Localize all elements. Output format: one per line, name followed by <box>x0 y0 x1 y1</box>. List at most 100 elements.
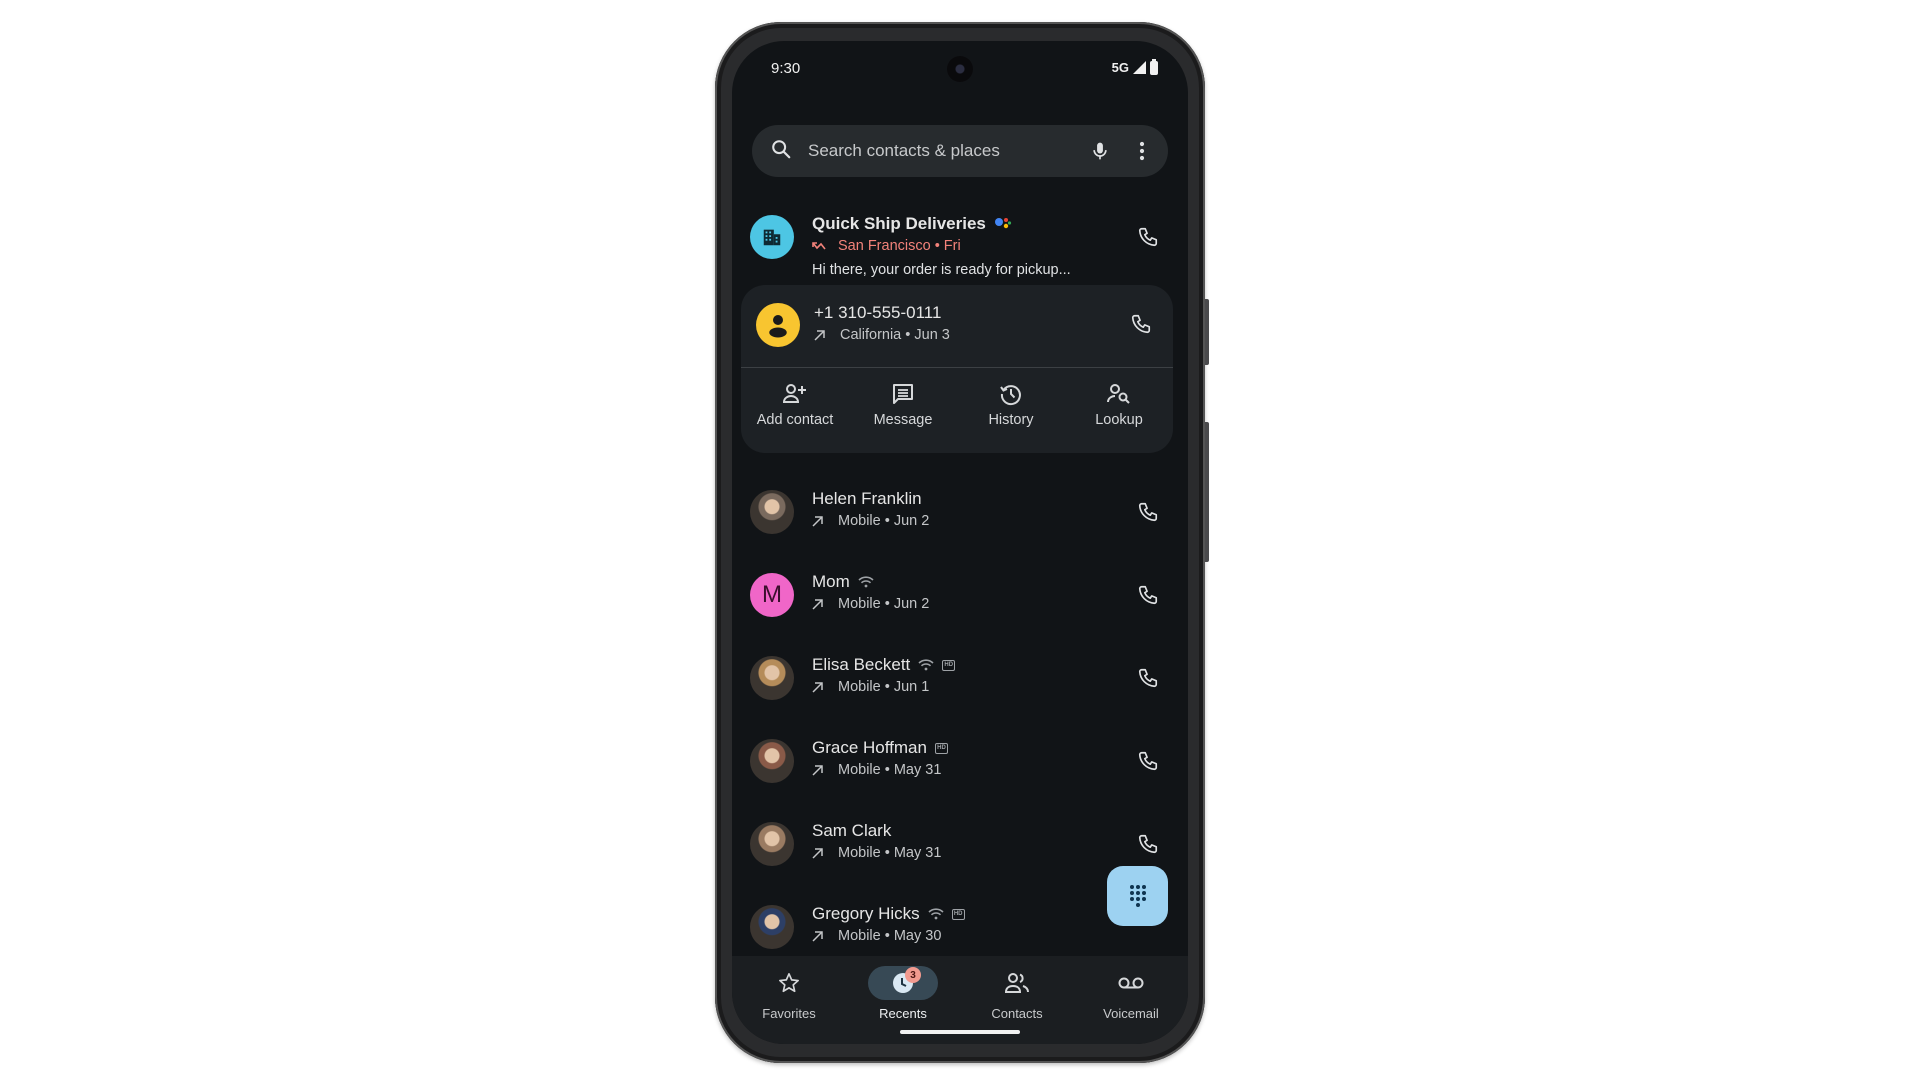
outgoing-call-icon <box>812 598 838 610</box>
nav-favorites[interactable]: Favorites <box>732 966 846 1021</box>
call-log-item[interactable]: Elisa Beckett HD Mobile • Jun 1 <box>732 647 1188 730</box>
nav-label: Voicemail <box>1103 1006 1159 1021</box>
call-log-item[interactable]: M Mom Mobile • Jun 2 <box>732 564 1188 647</box>
phone-icon[interactable] <box>1134 581 1162 609</box>
nav-label: Contacts <box>991 1006 1043 1021</box>
status-time: 9:30 <box>771 60 801 77</box>
assistant-icon <box>994 218 1011 229</box>
contact-photo <box>750 905 794 949</box>
history-icon <box>1000 385 1021 406</box>
call-detail: Mobile • Jun 1 <box>838 679 930 695</box>
nav-contacts[interactable]: Contacts <box>960 966 1074 1021</box>
wifi-calling-icon <box>928 908 944 920</box>
signal-icon <box>1133 61 1146 74</box>
call-detail: Mobile • May 31 <box>838 845 942 861</box>
letter-avatar: M <box>750 573 794 617</box>
call-detail: Mobile • Jun 2 <box>838 596 930 612</box>
person-add-icon <box>782 384 806 403</box>
microphone-icon[interactable] <box>1088 139 1112 163</box>
avatar-letter: M <box>762 581 782 608</box>
front-camera <box>947 56 973 82</box>
outgoing-call-icon <box>814 329 840 341</box>
notification-badge: 3 <box>905 967 921 983</box>
call-log-item[interactable]: Quick Ship Deliveries San Francisco • Fr… <box>732 197 1188 287</box>
search-bar[interactable]: Search contacts & places <box>752 125 1168 177</box>
call-detail: Mobile • May 31 <box>838 762 942 778</box>
wifi-calling-icon <box>918 659 934 671</box>
network-label: 5G <box>1111 60 1129 75</box>
call-detail: Mobile • May 30 <box>838 928 942 944</box>
contact-photo <box>750 490 794 534</box>
call-log-item[interactable]: Helen Franklin Mobile • Jun 2 <box>732 481 1188 564</box>
nav-label: Favorites <box>762 1006 816 1021</box>
phone-frame: 9:30 5G Search contacts & places Quick S… <box>715 22 1209 1063</box>
people-icon <box>1004 973 1029 993</box>
hd-voice-icon: HD <box>942 659 956 671</box>
star-icon <box>779 973 799 993</box>
nav-label: Recents <box>879 1006 927 1021</box>
battery-icon <box>1150 58 1158 75</box>
contact-photo <box>750 822 794 866</box>
home-indicator[interactable] <box>900 1030 1020 1034</box>
action-label: Lookup <box>1095 412 1143 428</box>
dialpad-icon <box>1129 885 1146 907</box>
call-detail: San Francisco • Fri <box>838 238 961 254</box>
action-label: History <box>988 412 1034 428</box>
call-log-item[interactable]: Grace Hoffman HD Mobile • May 31 <box>732 730 1188 813</box>
status-bar: 9:30 5G <box>732 41 1188 99</box>
caller-name: Elisa Beckett <box>812 655 911 674</box>
person-search-icon <box>1107 384 1130 404</box>
search-input[interactable]: Search contacts & places <box>808 141 1070 161</box>
phone-icon[interactable] <box>1127 310 1155 338</box>
call-detail: California • Jun 3 <box>840 327 950 343</box>
phone-icon[interactable] <box>1134 747 1162 775</box>
caller-name: Quick Ship Deliveries <box>812 214 986 233</box>
nav-recents[interactable]: 3 Recents <box>846 966 960 1021</box>
call-log-item[interactable]: +1 310-555-0111 California • Jun 3 <box>741 285 1173 367</box>
caller-number: +1 310-555-0111 <box>814 303 942 322</box>
expanded-call-card: +1 310-555-0111 California • Jun 3 Add c… <box>741 285 1173 453</box>
bottom-navigation: Favorites 3 Recents Contacts Voicemail <box>732 956 1188 1044</box>
phone-icon[interactable] <box>1134 664 1162 692</box>
outgoing-call-icon <box>812 764 838 776</box>
add-contact-button[interactable]: Add contact <box>741 382 849 428</box>
lookup-button[interactable]: Lookup <box>1065 382 1173 428</box>
outgoing-call-icon <box>812 847 838 859</box>
call-detail: Mobile • Jun 2 <box>838 513 930 529</box>
voicemail-icon <box>1118 977 1144 989</box>
power-button <box>1205 299 1209 365</box>
action-label: Add contact <box>756 412 834 428</box>
nav-voicemail[interactable]: Voicemail <box>1074 966 1188 1021</box>
action-label: Message <box>873 412 933 428</box>
caller-name: Mom <box>812 572 850 591</box>
phone-icon[interactable] <box>1134 498 1162 526</box>
contact-photo <box>750 656 794 700</box>
hd-voice-icon: HD <box>934 742 948 754</box>
business-avatar <box>750 215 794 259</box>
phone-icon[interactable] <box>1134 223 1162 251</box>
contact-photo <box>750 739 794 783</box>
caller-name: Helen Franklin <box>812 489 922 508</box>
caller-name: Sam Clark <box>812 821 892 840</box>
message-preview: Hi there, your order is ready for pickup… <box>812 262 1071 278</box>
history-button[interactable]: History <box>957 382 1065 428</box>
hd-voice-icon: HD <box>951 908 965 920</box>
caller-name: Grace Hoffman <box>812 738 927 757</box>
building-icon <box>763 229 781 246</box>
missed-call-icon <box>812 240 838 252</box>
outgoing-call-icon <box>812 515 838 527</box>
search-icon <box>770 138 792 165</box>
dialpad-button[interactable] <box>1107 866 1168 926</box>
more-options-icon[interactable] <box>1130 139 1154 163</box>
phone-screen: 9:30 5G Search contacts & places Quick S… <box>732 41 1188 1044</box>
message-button[interactable]: Message <box>849 382 957 428</box>
outgoing-call-icon <box>812 930 838 942</box>
message-icon <box>893 384 913 404</box>
phone-icon[interactable] <box>1134 830 1162 858</box>
outgoing-call-icon <box>812 681 838 693</box>
caller-name: Gregory Hicks <box>812 904 920 923</box>
contact-avatar <box>756 303 800 347</box>
wifi-calling-icon <box>858 576 874 588</box>
person-icon <box>769 315 787 338</box>
divider <box>741 367 1173 368</box>
